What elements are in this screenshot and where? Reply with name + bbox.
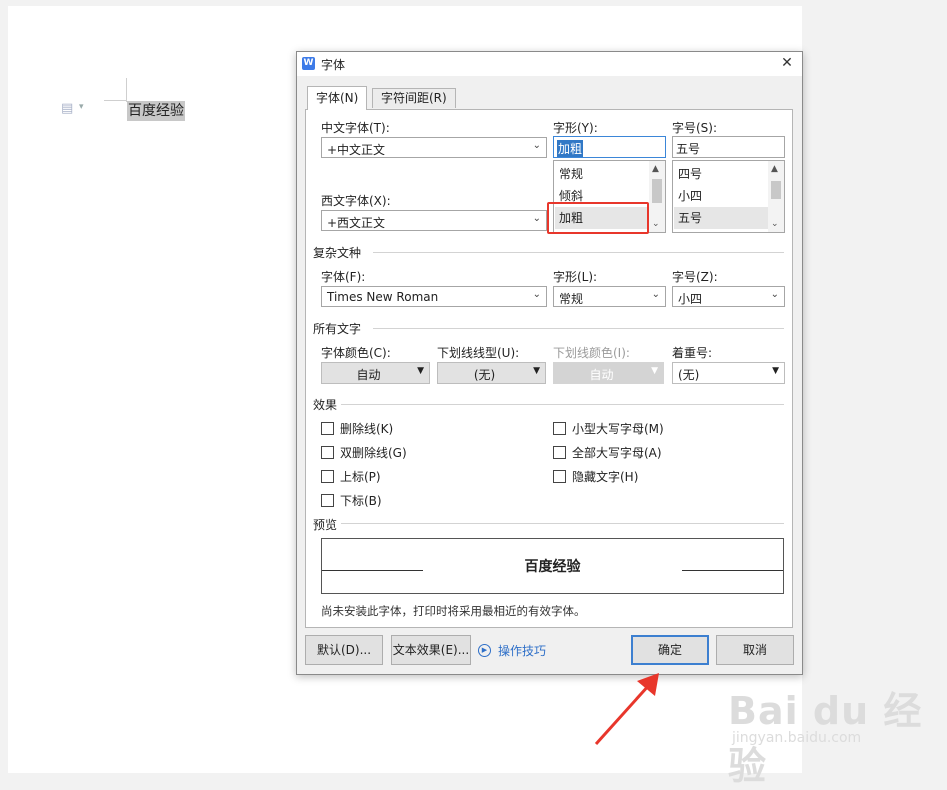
arrow-shaft	[594, 682, 652, 746]
baidu-watermark: Bai du 经验 jingyan.baidu.com	[728, 680, 947, 790]
watermark-url: jingyan.baidu.com	[732, 730, 862, 746]
tab-font[interactable]: 字体(N)	[307, 86, 368, 110]
annotation-arrow	[594, 673, 659, 746]
